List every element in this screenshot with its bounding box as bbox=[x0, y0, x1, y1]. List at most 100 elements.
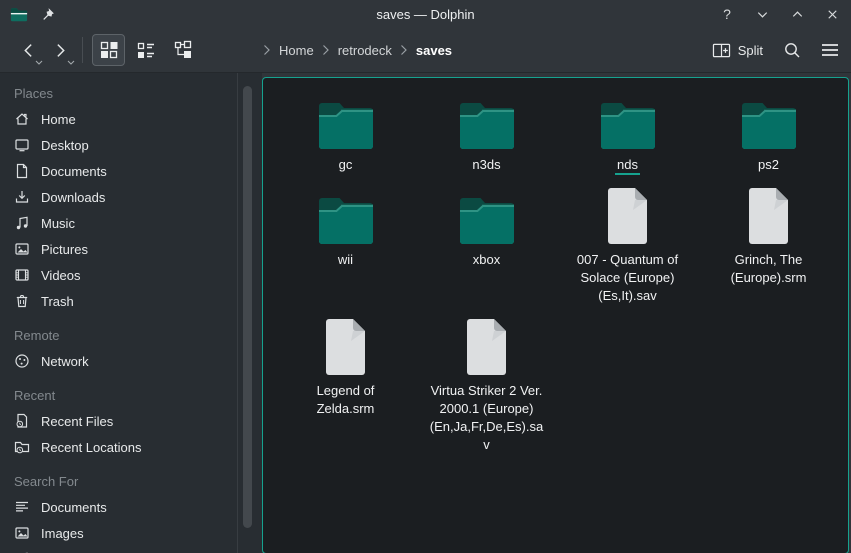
sidebar-item-trash[interactable]: Trash bbox=[0, 288, 262, 314]
view-mode-tree-button[interactable] bbox=[166, 34, 199, 66]
file-item-label: n3ds bbox=[472, 156, 500, 174]
sidebar-scrollbar-track bbox=[237, 73, 238, 553]
search-icon[interactable] bbox=[783, 41, 801, 59]
sidebar-item-label: Images bbox=[41, 526, 84, 541]
sidebar-item-downloads[interactable]: Downloads bbox=[0, 184, 262, 210]
folder-icon bbox=[458, 187, 516, 245]
folder-view: gc n3ds nds ps2 wii xbox 007 - Quantum o… bbox=[262, 77, 849, 553]
file-item-label: Legend of Zelda.srm bbox=[293, 382, 399, 418]
sidebar-item-label: Videos bbox=[41, 268, 81, 283]
back-history-caret-icon bbox=[35, 60, 43, 65]
split-button[interactable]: Split bbox=[712, 42, 763, 59]
folder-icon bbox=[740, 92, 798, 150]
sidebar-item-documents[interactable]: Documents bbox=[0, 494, 262, 520]
file-grid: gc n3ds nds ps2 wii xbox 007 - Quantum o… bbox=[263, 78, 848, 454]
view-mode-group bbox=[92, 34, 199, 66]
sidebar-item-recent-files[interactable]: Recent Files bbox=[0, 408, 262, 434]
breadcrumb-item-saves[interactable]: saves bbox=[416, 43, 452, 58]
sidebar-item-label: Recent Files bbox=[41, 414, 113, 429]
file-item-label: Virtua Striker 2 Ver. 2000.1 (Europe) (E… bbox=[428, 382, 546, 454]
sidebar-scrollbar-thumb[interactable] bbox=[243, 86, 252, 528]
sidebar-item-label: Pictures bbox=[41, 242, 88, 257]
folder-item-n3ds[interactable]: n3ds bbox=[416, 92, 557, 174]
help-button[interactable]: ? bbox=[718, 5, 736, 23]
breadcrumb-item-home[interactable]: Home bbox=[279, 43, 314, 58]
sidebar-item-documents[interactable]: Documents bbox=[0, 158, 262, 184]
sidebar-item-label: Home bbox=[41, 112, 76, 127]
sidebar-item-label: Desktop bbox=[41, 138, 89, 153]
music-icon bbox=[14, 215, 30, 231]
forward-history-caret-icon bbox=[67, 60, 75, 65]
folder-item-ps2[interactable]: ps2 bbox=[698, 92, 839, 174]
forward-button[interactable] bbox=[44, 35, 76, 65]
toolbar: Home retrodeck saves Split bbox=[0, 28, 851, 73]
video-icon bbox=[14, 267, 30, 283]
dolphin-folder-icon bbox=[10, 5, 28, 23]
file-item-label: Grinch, The (Europe).srm bbox=[710, 251, 828, 287]
back-button[interactable] bbox=[12, 35, 44, 65]
file-item-legend[interactable]: Legend of Zelda.srm bbox=[275, 318, 416, 454]
sidebar-item-music[interactable]: Music bbox=[0, 210, 262, 236]
file-item-label: gc bbox=[339, 156, 353, 174]
sidebar-item-desktop[interactable]: Desktop bbox=[0, 132, 262, 158]
breadcrumb-item-retrodeck[interactable]: retrodeck bbox=[338, 43, 392, 58]
sidebar-section-title: Search For bbox=[0, 473, 262, 490]
titlebar: saves — Dolphin ? bbox=[0, 0, 851, 28]
file-icon bbox=[605, 187, 650, 245]
recent-folder-icon bbox=[14, 439, 30, 455]
network-icon bbox=[14, 353, 30, 369]
sidebar-item-label: Documents bbox=[41, 500, 107, 515]
folder-item-xbox[interactable]: xbox bbox=[416, 187, 557, 305]
breadcrumb-chevron-icon bbox=[322, 44, 330, 56]
sidebar-item-audio[interactable]: Audio bbox=[0, 546, 262, 553]
file-icon bbox=[464, 318, 509, 376]
breadcrumb-chevron-icon bbox=[263, 44, 271, 56]
sidebar-item-recent-locations[interactable]: Recent Locations bbox=[0, 434, 262, 460]
sidebar-item-home[interactable]: Home bbox=[0, 106, 262, 132]
file-item-label: xbox bbox=[473, 251, 500, 269]
places-list: Places Home Desktop Documents Downloads … bbox=[0, 73, 262, 553]
file-item-grinch[interactable]: Grinch, The (Europe).srm bbox=[698, 187, 839, 305]
file-item-label: ps2 bbox=[758, 156, 779, 174]
folder-item-wii[interactable]: wii bbox=[275, 187, 416, 305]
sidebar-item-label: Music bbox=[41, 216, 75, 231]
sidebar-item-network[interactable]: Network bbox=[0, 348, 262, 374]
sidebar-item-images[interactable]: Images bbox=[0, 520, 262, 546]
split-button-label: Split bbox=[738, 43, 763, 58]
sidebar-item-label: Recent Locations bbox=[41, 440, 141, 455]
file-item-label: 007 - Quantum of Solace (Europe) (Es,It)… bbox=[569, 251, 687, 305]
split-view-icon bbox=[712, 42, 731, 59]
maximize-button[interactable] bbox=[788, 5, 806, 23]
sidebar-section-title: Remote bbox=[0, 327, 262, 344]
home-icon bbox=[14, 111, 30, 127]
folder-item-gc[interactable]: gc bbox=[275, 92, 416, 174]
file-item-virtua[interactable]: Virtua Striker 2 Ver. 2000.1 (Europe) (E… bbox=[416, 318, 557, 454]
view-mode-details-button[interactable] bbox=[129, 34, 162, 66]
dolphin-window: saves — Dolphin ? Home retrodeck sav bbox=[0, 0, 851, 553]
folder-icon bbox=[317, 187, 375, 245]
close-button[interactable] bbox=[823, 5, 841, 23]
file-item-007[interactable]: 007 - Quantum of Solace (Europe) (Es,It)… bbox=[557, 187, 698, 305]
image-icon bbox=[14, 525, 30, 541]
sidebar-item-pictures[interactable]: Pictures bbox=[0, 236, 262, 262]
breadcrumb: Home retrodeck saves bbox=[263, 28, 452, 72]
file-icon bbox=[746, 187, 791, 245]
folder-item-nds[interactable]: nds bbox=[557, 92, 698, 174]
toolbar-separator bbox=[82, 37, 83, 63]
sidebar-item-label: Documents bbox=[41, 164, 107, 179]
text-lines-icon bbox=[14, 499, 30, 515]
sidebar-section-title: Places bbox=[0, 85, 262, 102]
hamburger-menu-icon[interactable] bbox=[821, 43, 839, 57]
desktop-icon bbox=[14, 137, 30, 153]
breadcrumb-chevron-icon bbox=[400, 44, 408, 56]
minimize-button[interactable] bbox=[753, 5, 771, 23]
folder-icon bbox=[599, 92, 657, 150]
download-icon bbox=[14, 189, 30, 205]
folder-icon bbox=[317, 92, 375, 150]
document-icon bbox=[14, 163, 30, 179]
folder-icon bbox=[458, 92, 516, 150]
pin-icon[interactable] bbox=[38, 5, 56, 23]
sidebar-item-videos[interactable]: Videos bbox=[0, 262, 262, 288]
view-mode-icons-button[interactable] bbox=[92, 34, 125, 66]
sidebar-item-label: Network bbox=[41, 354, 89, 369]
